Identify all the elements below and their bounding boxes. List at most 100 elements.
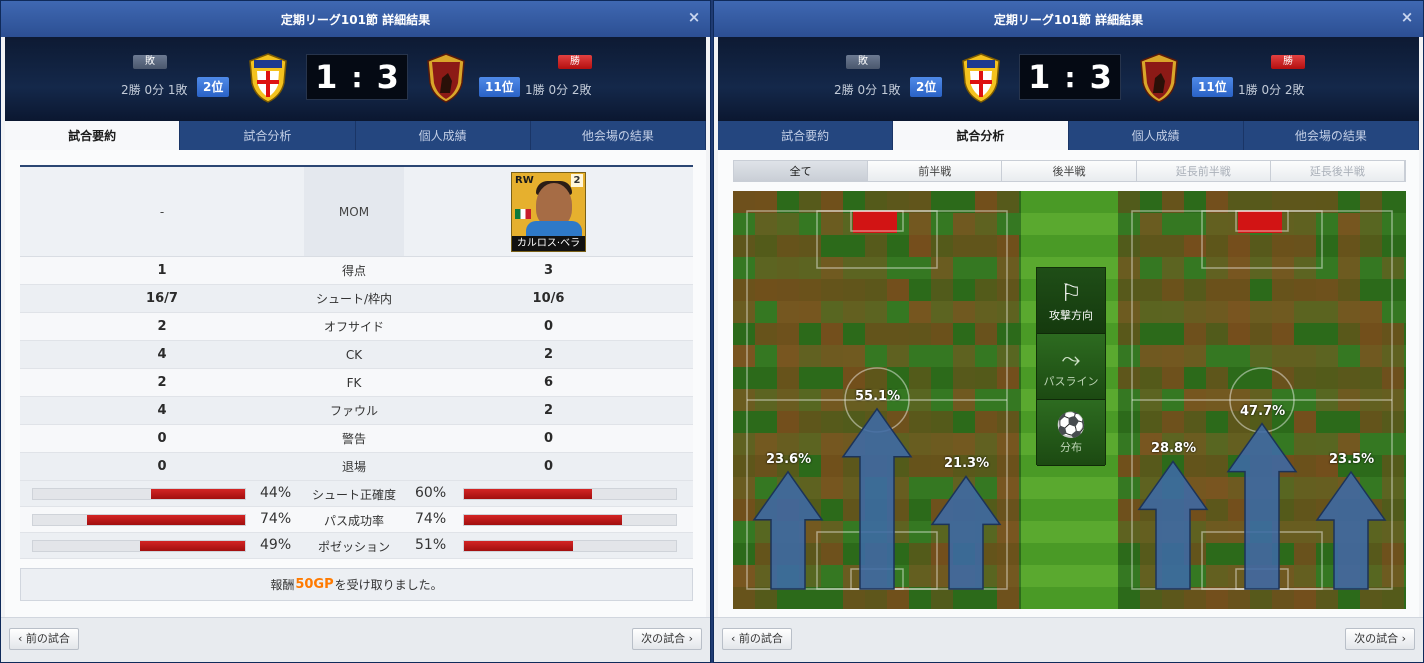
home-stat-value: 4 bbox=[157, 347, 167, 362]
stat-label: シュート/枠内 bbox=[315, 292, 393, 306]
distribution-icon: ⚽ bbox=[1056, 410, 1086, 439]
attack-direction-button[interactable]: ⚐ 攻撃方向 bbox=[1037, 268, 1105, 334]
stat-label: ファウル bbox=[329, 404, 378, 418]
away-score: 3 bbox=[1089, 58, 1112, 96]
away-score: 3 bbox=[376, 58, 399, 96]
match-analysis-window: 定期リーグ101節 詳細結果 × 敗 2勝 0分 1敗 2位 1 : 3 11位… bbox=[713, 0, 1424, 663]
percent-bar-row: 44% シュート正確度 60% bbox=[20, 481, 693, 507]
home-rank-badge: 2位 bbox=[197, 77, 230, 97]
away-mom-cell: RW 2 カルロス·ベラ bbox=[404, 167, 693, 256]
away-result-badge: 勝 bbox=[558, 55, 592, 69]
tab-other-results[interactable]: 他会場の結果 bbox=[531, 121, 706, 150]
home-stat-value: 2 bbox=[157, 375, 167, 390]
stat-row: 1 得点 3 bbox=[20, 257, 693, 285]
mom-row: - MOM RW 2 カルロス·ベラ bbox=[20, 167, 693, 257]
home-record: 2勝 0分 1敗 bbox=[121, 83, 188, 97]
prev-match-button[interactable]: ‹ 前の試合 bbox=[9, 628, 79, 650]
home-mom-value: - bbox=[20, 167, 304, 256]
home-bar-fill bbox=[140, 541, 245, 551]
close-icon[interactable]: × bbox=[1399, 9, 1415, 25]
stat-row: 0 警告 0 bbox=[20, 425, 693, 453]
footer-bar: ‹ 前の試合 次の試合 › bbox=[714, 617, 1423, 662]
tab-individual[interactable]: 個人成績 bbox=[1069, 121, 1244, 150]
attack-percent-label: 23.5% bbox=[1329, 452, 1375, 467]
stat-label: FK bbox=[346, 375, 362, 390]
away-rank-badge: 11位 bbox=[1192, 77, 1233, 97]
close-icon[interactable]: × bbox=[686, 9, 702, 25]
player-position: RW bbox=[515, 174, 534, 186]
scoreboard: 敗 2勝 0分 1敗 2位 1 : 3 11位 1勝 0分 2敗 勝 bbox=[718, 37, 1419, 121]
away-bar-track bbox=[463, 514, 677, 526]
attack-arrow bbox=[1315, 470, 1387, 590]
distribution-label: 分布 bbox=[1060, 440, 1082, 454]
period-filter-tabs: 全て 前半戦 後半戦 延長前半戦 延長後半戦 bbox=[733, 160, 1406, 182]
mom-player-card[interactable]: RW 2 カルロス·ベラ bbox=[511, 171, 586, 252]
stat-row: 0 退場 0 bbox=[20, 453, 693, 481]
stat-row: 16/7 シュート/枠内 10/6 bbox=[20, 285, 693, 313]
stat-row: 4 CK 2 bbox=[20, 341, 693, 369]
match-summary-window: 定期リーグ101節 詳細結果 × 敗 2勝 0分 1敗 2位 1 : 3 11位… bbox=[0, 0, 711, 663]
home-stat-value: 0 bbox=[157, 459, 167, 474]
tab-summary[interactable]: 試合要約 bbox=[5, 121, 181, 150]
score-display: 1 : 3 bbox=[1019, 54, 1121, 100]
away-bar-fill bbox=[464, 515, 623, 525]
pass-line-button[interactable]: ⤳ パスライン bbox=[1037, 334, 1105, 400]
tab-bar: 試合要約 試合分析 個人成績 他会場の結果 bbox=[718, 121, 1419, 150]
home-bar-track bbox=[32, 514, 246, 526]
away-stat-value: 10/6 bbox=[532, 291, 565, 306]
away-crest-icon bbox=[427, 53, 465, 103]
footer-bar: ‹ 前の試合 次の試合 › bbox=[1, 617, 710, 662]
percent-bar-row: 49% ポゼッション 51% bbox=[20, 533, 693, 559]
stat-label: 警告 bbox=[341, 432, 366, 446]
stat-label: オフサイド bbox=[323, 320, 384, 334]
away-stat-value: 3 bbox=[543, 263, 554, 278]
period-tab-second-half[interactable]: 後半戦 bbox=[1002, 161, 1137, 181]
away-pitch: 28.8% 47.7% 23.5% bbox=[1118, 191, 1406, 609]
away-record: 1勝 0分 2敗 bbox=[1238, 83, 1305, 97]
home-crest-icon bbox=[962, 53, 1000, 103]
home-bar-track bbox=[32, 488, 246, 500]
period-tab-first-half[interactable]: 前半戦 bbox=[868, 161, 1003, 181]
period-tab-extra-second[interactable]: 延長後半戦 bbox=[1270, 161, 1406, 181]
away-stat-value: 2 bbox=[543, 403, 554, 418]
away-percent: 51% bbox=[415, 537, 447, 553]
stats-table: - MOM RW 2 カルロス·ベラ 1 得点 3 16/7 シュート/枠内 10/6 2 オ… bbox=[20, 165, 693, 559]
tab-analysis[interactable]: 試合分析 bbox=[180, 121, 356, 150]
next-match-button[interactable]: 次の試合 › bbox=[632, 628, 702, 650]
away-bar-track bbox=[463, 540, 677, 552]
pass-line-label: パスライン bbox=[1043, 374, 1099, 388]
period-tab-extra-first[interactable]: 延長前半戦 bbox=[1136, 161, 1271, 181]
summary-content: - MOM RW 2 カルロス·ベラ 1 得点 3 16/7 シュート/枠内 10/6 2 オ… bbox=[5, 150, 706, 619]
next-match-button[interactable]: 次の試合 › bbox=[1345, 628, 1415, 650]
score-separator: : bbox=[1064, 60, 1076, 94]
home-bar-track bbox=[32, 540, 246, 552]
player-number: 2 bbox=[571, 173, 583, 187]
score-separator: : bbox=[351, 60, 363, 94]
tab-summary[interactable]: 試合要約 bbox=[718, 121, 894, 150]
home-result-badge: 敗 bbox=[133, 55, 167, 69]
away-stat-value: 0 bbox=[543, 459, 554, 474]
analysis-mode-menu: ⚐ 攻撃方向 ⤳ パスライン ⚽ 分布 bbox=[1036, 267, 1106, 466]
tab-bar: 試合要約 試合分析 個人成績 他会場の結果 bbox=[5, 121, 706, 150]
home-stat-value: 16/7 bbox=[146, 291, 178, 306]
reward-message: 報酬 50GP を受け取りました。 bbox=[20, 568, 693, 601]
mexico-flag-icon bbox=[515, 208, 531, 219]
attack-direction-view: 23.6% 55.1% 21.3% 28.8% 47.7% 23.5% ⚐ 攻撃方向 ⤳… bbox=[733, 191, 1406, 609]
tab-analysis[interactable]: 試合分析 bbox=[893, 121, 1069, 150]
home-percent: 44% bbox=[260, 485, 292, 501]
mom-label: MOM bbox=[304, 167, 404, 256]
window-title: 定期リーグ101節 詳細結果 bbox=[280, 12, 431, 27]
stat-row: 4 ファウル 2 bbox=[20, 397, 693, 425]
running-icon: ⚐ bbox=[1060, 278, 1082, 307]
period-tab-all[interactable]: 全て bbox=[734, 161, 869, 181]
away-crest-icon bbox=[1140, 53, 1178, 103]
tab-individual[interactable]: 個人成績 bbox=[356, 121, 531, 150]
home-stat-value: 4 bbox=[157, 403, 167, 418]
prev-match-button[interactable]: ‹ 前の試合 bbox=[722, 628, 792, 650]
attack-direction-label: 攻撃方向 bbox=[1049, 308, 1093, 322]
player-name: カルロス·ベラ bbox=[512, 235, 585, 251]
tab-other-results[interactable]: 他会場の結果 bbox=[1244, 121, 1419, 150]
distribution-button[interactable]: ⚽ 分布 bbox=[1037, 400, 1105, 466]
home-result-badge: 敗 bbox=[846, 55, 880, 69]
home-stat-value: 0 bbox=[157, 431, 167, 446]
